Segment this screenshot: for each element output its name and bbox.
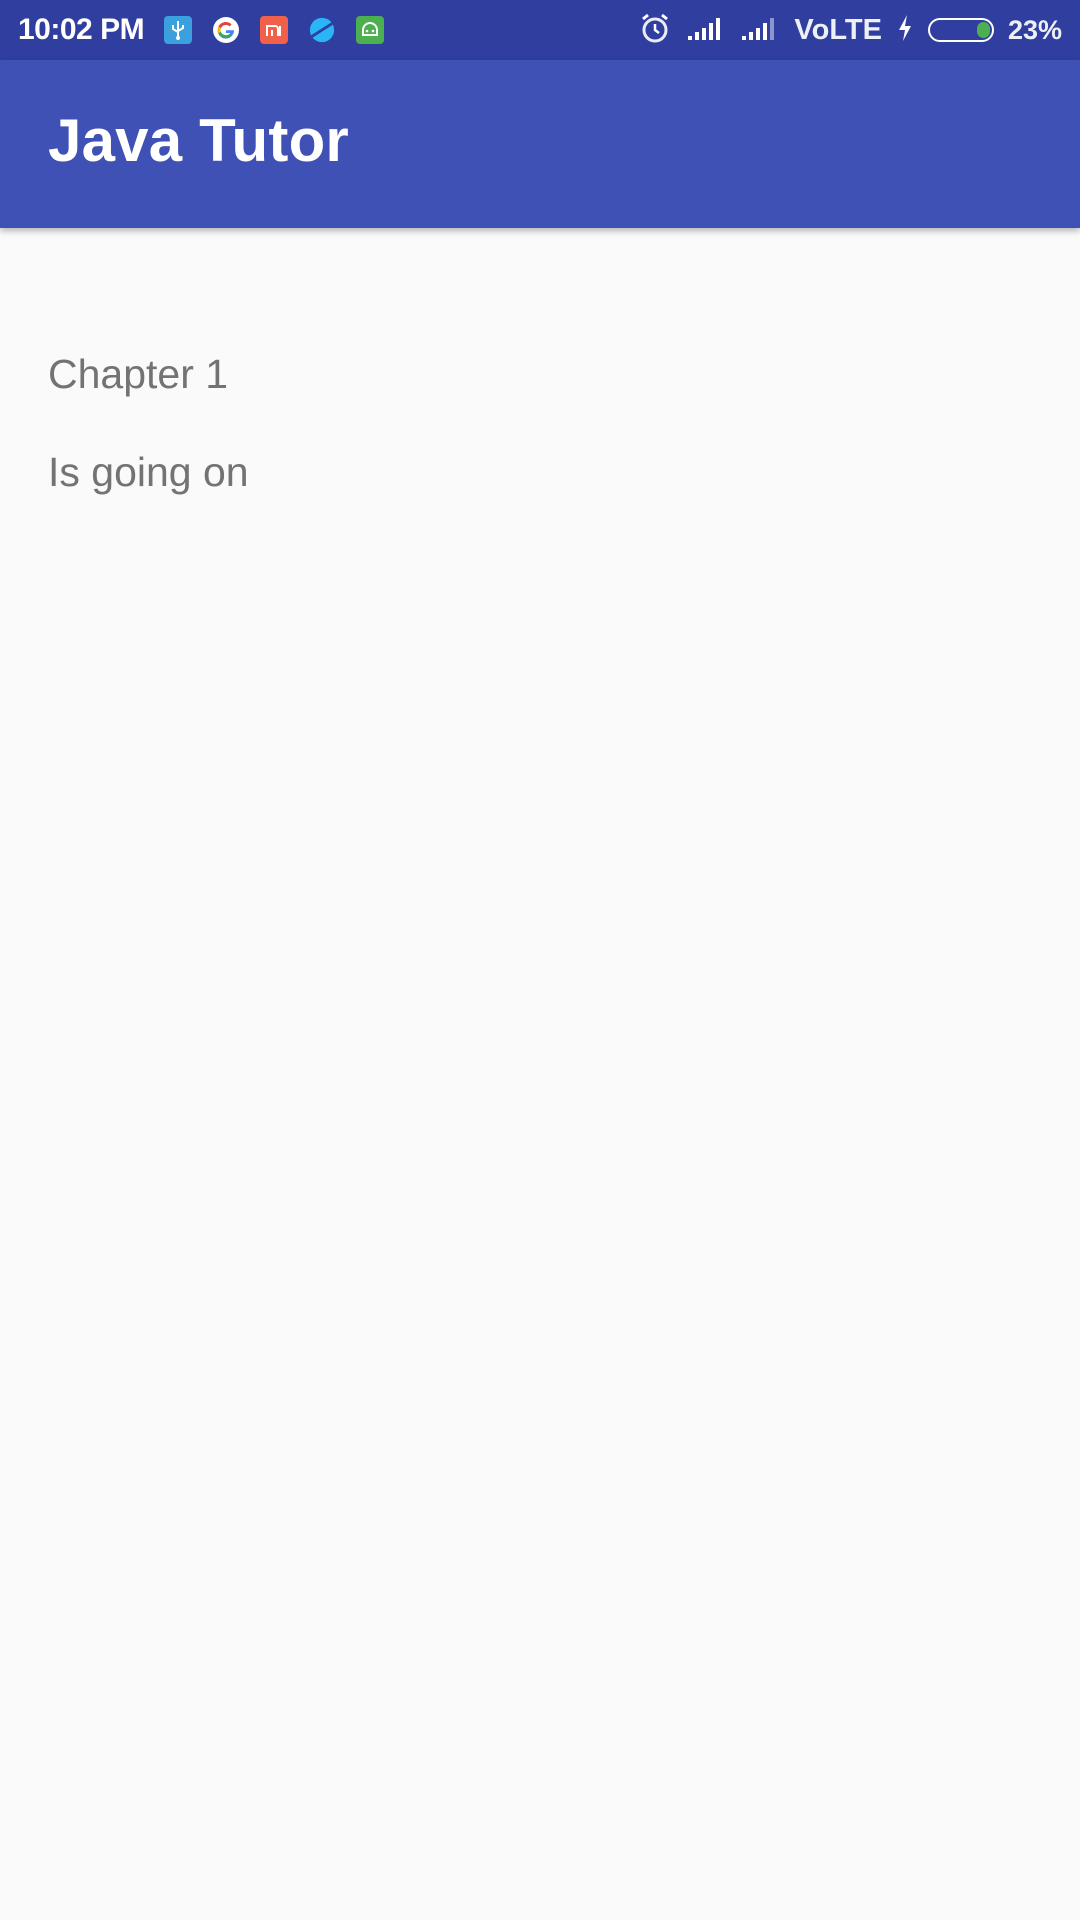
notification-icons	[164, 16, 385, 44]
status-time: 10:02 PM	[18, 13, 145, 46]
google-icon	[212, 16, 240, 44]
status-bar: 10:02 PM VoLTE 23%	[0, 0, 1080, 60]
battery-percent: 23%	[1007, 14, 1062, 45]
android-icon	[356, 16, 385, 44]
charging-icon	[896, 13, 914, 48]
app-title: Java Tutor	[48, 106, 349, 174]
signal-icon	[686, 14, 726, 47]
signal-icon	[740, 14, 780, 47]
usb-icon	[164, 16, 193, 44]
chapter-status: Is going on	[48, 449, 249, 495]
chapter-content: Chapter 1 Is going on	[48, 350, 249, 496]
network-type-label: VoLTE	[794, 13, 882, 46]
battery-icon	[927, 18, 994, 42]
alarm-icon	[638, 11, 672, 50]
mi-icon	[260, 16, 289, 44]
chapter-title: Chapter 1	[48, 351, 229, 397]
app-bar: Java Tutor	[0, 60, 1080, 228]
battery-level-fill	[976, 22, 990, 38]
system-icons: VoLTE 23%	[638, 11, 1062, 50]
browser-icon	[308, 16, 336, 44]
